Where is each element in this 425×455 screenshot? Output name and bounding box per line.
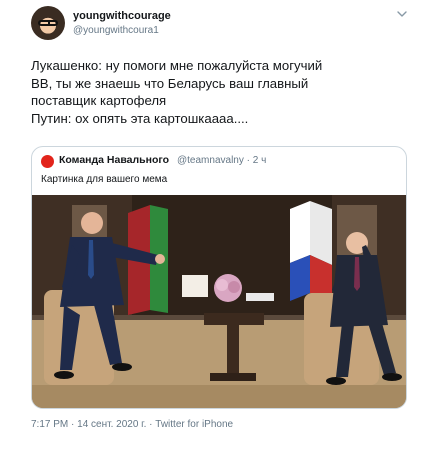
author-display-name[interactable]: youngwithcourage [73, 10, 171, 22]
quoted-handle-time: @teamnavalny · 2 ч [177, 155, 267, 166]
quoted-text: Картинка для вашего мема [41, 174, 168, 185]
tweet-text: Лукашенко: ну помоги мне пожалуйста могу… [31, 57, 406, 127]
tweet-line: поставщик картофеля [31, 93, 167, 108]
author-avatar[interactable] [31, 6, 65, 40]
author-handle[interactable]: @youngwithcoura1 [73, 25, 159, 36]
chevron-down-icon[interactable] [396, 8, 408, 20]
team-logo-icon [41, 155, 54, 168]
quoted-display-name: Команда Навального [59, 154, 170, 166]
tweet-line: Путин: ох опять эта картошкаааа.... [31, 110, 249, 126]
quoted-photo[interactable] [32, 195, 406, 409]
tweet-time[interactable]: 7:17 PM [31, 419, 68, 430]
tweet-card[interactable]: youngwithcourage @youngwithcoura1 Лукаше… [0, 0, 425, 455]
tweet-line: ВВ, ты же знаешь что Беларусь ваш главны… [31, 75, 309, 91]
tweet-meta: 7:17 PM · 14 сент. 2020 г. · Twitter for… [31, 419, 233, 430]
tweet-line: Лукашенко: ну помоги мне пожалуйста могу… [31, 58, 323, 73]
tweet-date[interactable]: 14 сент. 2020 г. [77, 419, 146, 430]
quoted-tweet[interactable]: Команда Навального @teamnavalny · 2 ч Ка… [31, 146, 407, 409]
tweet-source[interactable]: Twitter for iPhone [155, 419, 233, 430]
avatar-glasses [38, 20, 58, 26]
